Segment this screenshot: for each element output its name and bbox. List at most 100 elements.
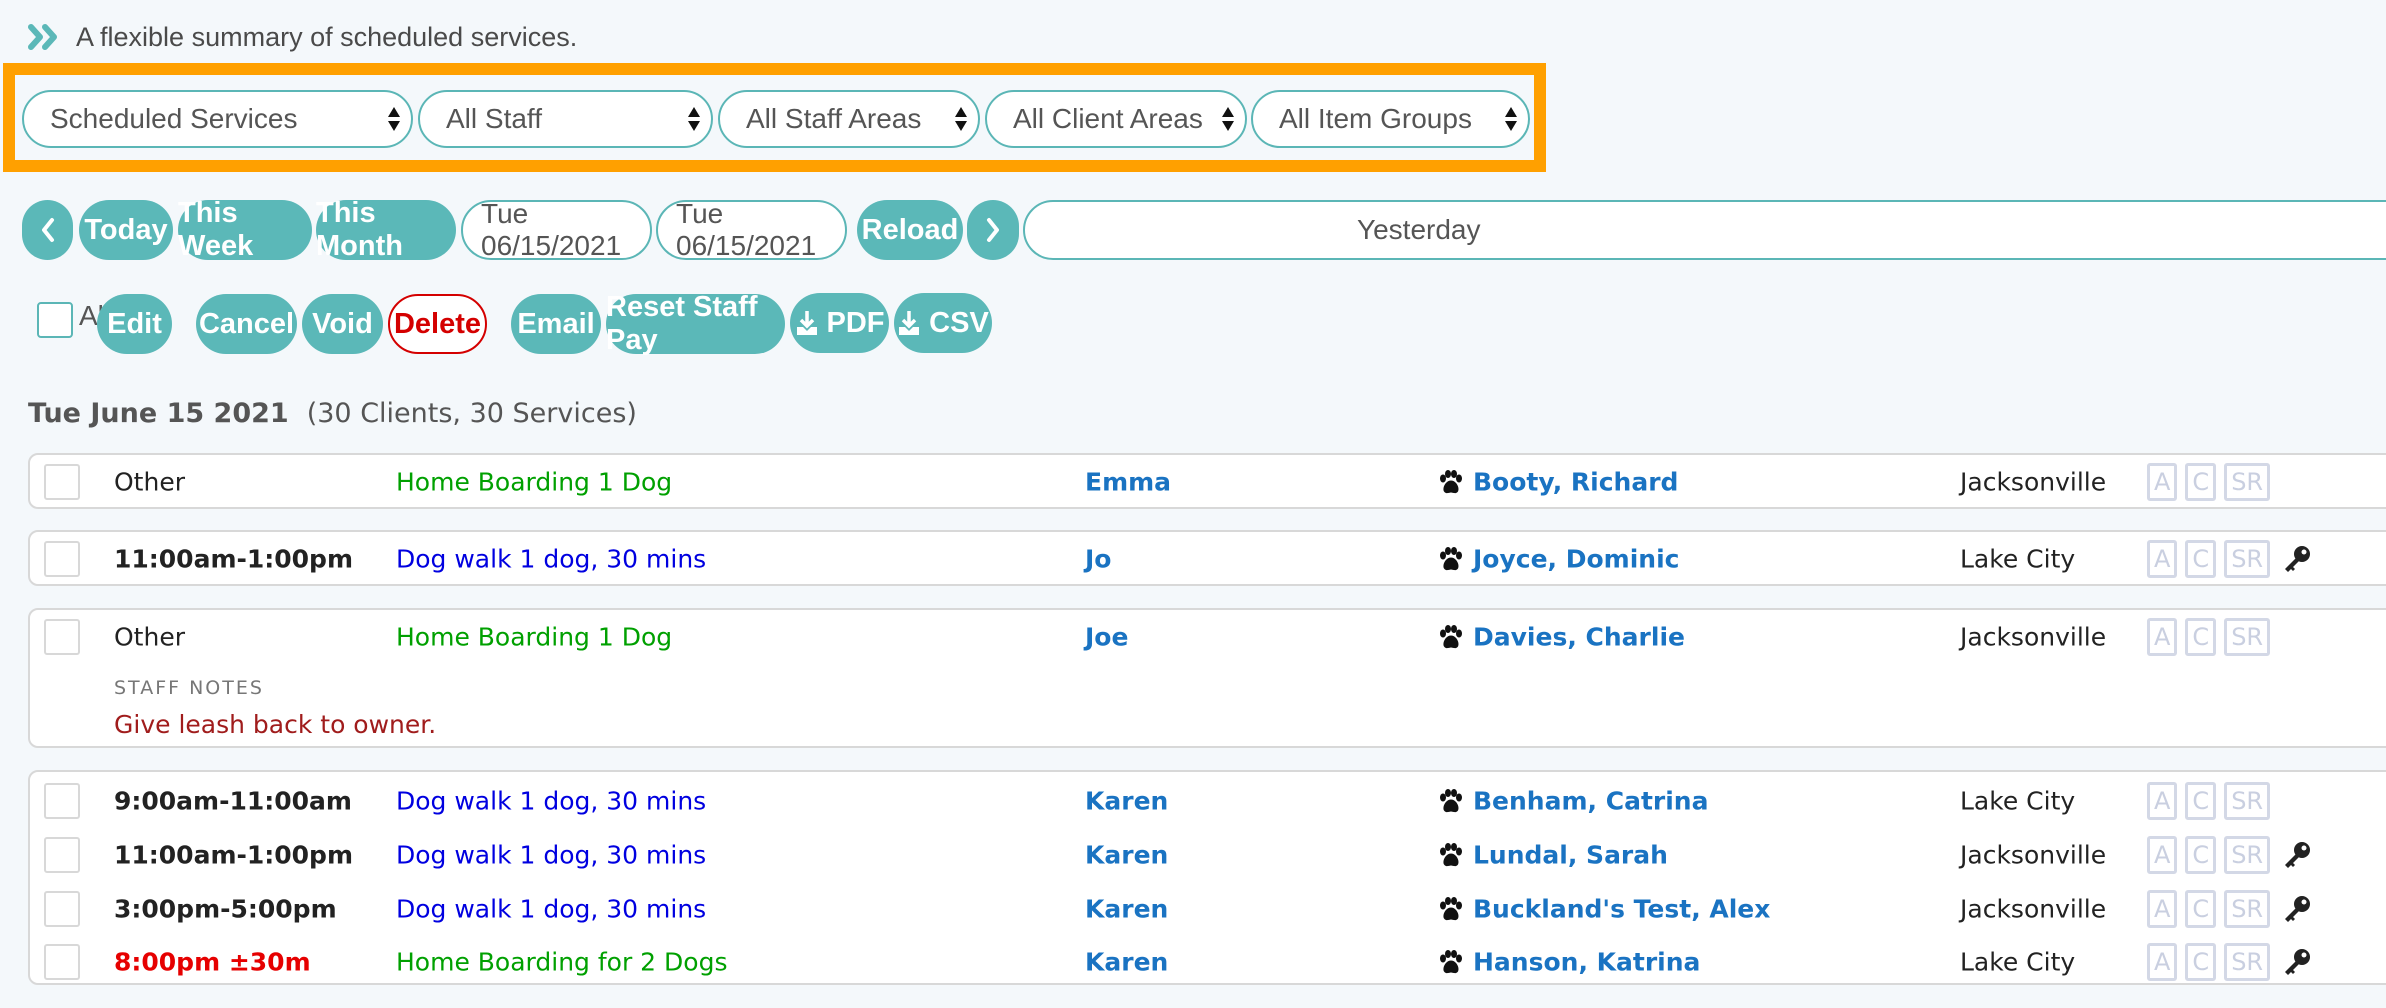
staff-areas-select-value: All Staff Areas (746, 103, 922, 134)
double-chevron-right-icon (28, 24, 57, 50)
staff-link[interactable]: Jo (1085, 545, 1111, 574)
staff-link[interactable]: Karen (1085, 895, 1168, 924)
row-checkbox[interactable] (44, 837, 80, 873)
badge-a[interactable]: A (2147, 890, 2178, 928)
badge-c[interactable]: C (2185, 463, 2217, 501)
key-icon (2282, 544, 2312, 574)
badge-c[interactable]: C (2185, 890, 2217, 928)
service-row: 9:00am-11:00am Dog walk 1 dog, 30 mins Kar… (30, 774, 2386, 828)
badge-a[interactable]: A (2147, 463, 2178, 501)
row-checkbox[interactable] (44, 541, 80, 577)
reload-button[interactable]: Reload (857, 200, 963, 260)
badge-c[interactable]: C (2185, 782, 2217, 820)
badge-sr[interactable]: SR (2224, 540, 2271, 578)
badge-a[interactable]: A (2147, 782, 2178, 820)
client-city: Jacksonville (1960, 840, 2107, 870)
client-city: Lake City (1960, 544, 2076, 574)
row-checkbox[interactable] (44, 619, 80, 655)
client-name: Booty, Richard (1473, 467, 1679, 497)
staff-link[interactable]: Joe (1085, 623, 1128, 652)
client-areas-select[interactable]: All Client Areas (985, 90, 1247, 148)
client-name: Joyce, Dominic (1473, 544, 1680, 574)
key-icon (2282, 894, 2312, 924)
client-link[interactable]: Joyce, Dominic (1437, 545, 1679, 574)
row-checkbox[interactable] (44, 944, 80, 980)
service-row: 8:00pm ±30m Home Boarding for 2 Dogs Karen… (30, 935, 2386, 989)
client-city: Jacksonville (1960, 467, 2107, 497)
report-type-select-value: Scheduled Services (50, 103, 298, 134)
row-checkbox[interactable] (44, 783, 80, 819)
staff-link[interactable]: Karen (1085, 948, 1168, 977)
item-groups-select[interactable]: All Item Groups (1251, 90, 1530, 148)
row-checkbox[interactable] (44, 891, 80, 927)
badge-a[interactable]: A (2147, 836, 2178, 874)
service-time: 11:00am-1:00pm (114, 840, 354, 870)
service-row: Other Home Boarding 1 Dog Joe Davies, Charl… (30, 610, 2386, 664)
client-link[interactable]: Buckland's Test, Alex (1437, 895, 1770, 924)
next-period-button[interactable] (967, 200, 1019, 260)
badge-c[interactable]: C (2185, 836, 2217, 874)
select-all-checkbox[interactable] (37, 302, 73, 338)
csv-label: CSV (929, 306, 989, 339)
service-link[interactable]: Home Boarding for 2 Dogs (396, 948, 727, 977)
badge-sr[interactable]: SR (2224, 618, 2271, 656)
client-name: Davies, Charlie (1473, 622, 1685, 652)
badge-sr[interactable]: SR (2224, 890, 2271, 928)
badge-sr[interactable]: SR (2224, 463, 2271, 501)
paw-icon (1437, 469, 1463, 495)
cancel-button[interactable]: Cancel (196, 294, 297, 354)
badge-a[interactable]: A (2147, 943, 2178, 981)
service-link[interactable]: Dog walk 1 dog, 30 mins (396, 787, 706, 816)
badge-sr[interactable]: SR (2224, 782, 2271, 820)
client-link[interactable]: Lundal, Sarah (1437, 841, 1668, 870)
badge-sr[interactable]: SR (2224, 836, 2271, 874)
select-arrows-icon (955, 107, 967, 131)
badge-a[interactable]: A (2147, 618, 2178, 656)
client-link[interactable]: Benham, Catrina (1437, 787, 1708, 816)
client-name: Hanson, Katrina (1473, 947, 1701, 977)
void-button[interactable]: Void (302, 294, 383, 354)
staff-select[interactable]: All Staff (418, 90, 713, 148)
range-label-input[interactable]: Yesterday (1023, 200, 2386, 260)
badge-a[interactable]: A (2147, 540, 2178, 578)
key-icon (2282, 840, 2312, 870)
service-link[interactable]: Home Boarding 1 Dog (396, 623, 672, 652)
pdf-download-button[interactable]: PDF (790, 293, 889, 353)
email-button[interactable]: Email (511, 294, 601, 354)
service-link[interactable]: Dog walk 1 dog, 30 mins (396, 545, 706, 574)
this-month-button[interactable]: This Month (316, 197, 456, 262)
start-date-input[interactable]: Tue 06/15/2021 (461, 198, 652, 261)
badge-sr[interactable]: SR (2224, 943, 2271, 981)
client-link[interactable]: Davies, Charlie (1437, 623, 1685, 652)
staff-link[interactable]: Karen (1085, 841, 1168, 870)
status-badges: A C SR (2147, 463, 2271, 501)
chevron-right-icon (987, 218, 999, 242)
service-link[interactable]: Home Boarding 1 Dog (396, 468, 672, 497)
prev-period-button[interactable] (22, 200, 73, 260)
staff-link[interactable]: Karen (1085, 787, 1168, 816)
csv-download-button[interactable]: CSV (894, 293, 992, 353)
this-week-button[interactable]: This Week (178, 197, 312, 262)
description-text: A flexible summary of scheduled services… (76, 21, 578, 52)
badge-c[interactable]: C (2185, 618, 2217, 656)
delete-button[interactable]: Delete (388, 294, 487, 354)
service-link[interactable]: Dog walk 1 dog, 30 mins (396, 841, 706, 870)
badge-c[interactable]: C (2185, 540, 2217, 578)
client-city: Lake City (1960, 786, 2076, 816)
report-type-select[interactable]: Scheduled Services (22, 90, 413, 148)
service-link[interactable]: Dog walk 1 dog, 30 mins (396, 895, 706, 924)
end-date-input[interactable]: Tue 06/15/2021 (656, 198, 847, 261)
client-link[interactable]: Booty, Richard (1437, 468, 1678, 497)
staff-areas-select[interactable]: All Staff Areas (718, 90, 980, 148)
range-label-value: Yesterday (1357, 214, 1481, 245)
badge-c[interactable]: C (2185, 943, 2217, 981)
today-button[interactable]: Today (79, 200, 173, 260)
service-group: Other Home Boarding 1 Dog Joe Davies, Charl… (28, 608, 2386, 748)
paw-icon (1437, 624, 1463, 650)
row-checkbox[interactable] (44, 464, 80, 500)
reset-staff-pay-button[interactable]: Reset Staff Pay (606, 291, 785, 356)
edit-button[interactable]: Edit (97, 294, 172, 354)
select-arrows-icon (388, 107, 400, 131)
staff-link[interactable]: Emma (1085, 468, 1171, 497)
client-link[interactable]: Hanson, Katrina (1437, 948, 1700, 977)
